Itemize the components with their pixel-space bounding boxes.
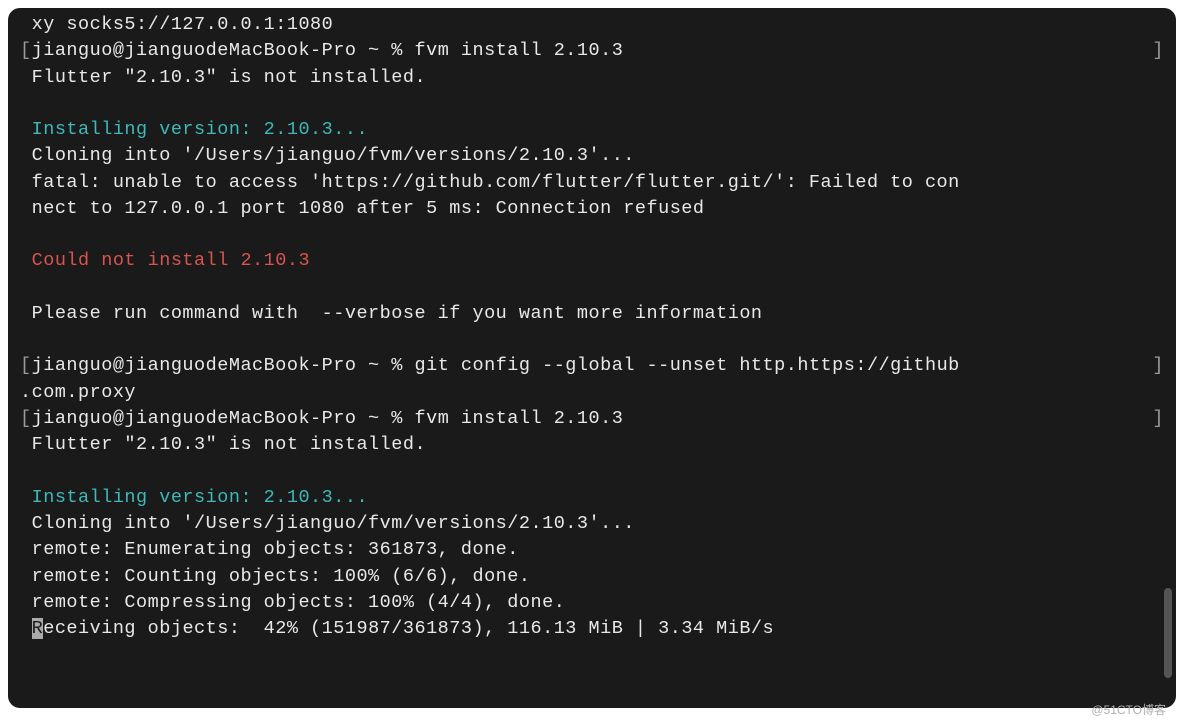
terminal-line: Installing version: 2.10.3...: [20, 117, 1164, 143]
terminal-line: [20, 459, 1164, 485]
terminal-line: [jianguo@jianguodeMacBook-Pro ~ % git co…: [20, 353, 1164, 379]
terminal-line: Cloning into '/Users/jianguo/fvm/version…: [20, 143, 1164, 169]
terminal-line: Cloning into '/Users/jianguo/fvm/version…: [20, 511, 1164, 537]
bracket-close: ]: [1152, 38, 1164, 64]
terminal-line: fatal: unable to access 'https://github.…: [20, 170, 1164, 196]
terminal-line: Flutter "2.10.3" is not installed.: [20, 432, 1164, 458]
terminal-text: eceiving objects: 42% (151987/361873), 1…: [43, 618, 774, 639]
terminal-line: .com.proxy: [20, 380, 1164, 406]
bracket-close: ]: [1152, 406, 1164, 432]
terminal-line: [jianguo@jianguodeMacBook-Pro ~ % fvm in…: [20, 38, 1164, 64]
terminal-line: Flutter "2.10.3" is not installed.: [20, 65, 1164, 91]
terminal-line: remote: Counting objects: 100% (6/6), do…: [20, 564, 1164, 590]
terminal-line: Please run command with --verbose if you…: [20, 301, 1164, 327]
terminal-line: [20, 222, 1164, 248]
bracket-open: [: [20, 40, 32, 61]
shell-prompt: jianguo@jianguodeMacBook-Pro ~ %: [32, 40, 415, 61]
terminal-line: [20, 91, 1164, 117]
shell-command: git config --global --unset http.https:/…: [414, 355, 959, 376]
terminal-line: Could not install 2.10.3: [20, 248, 1164, 274]
bracket-close: ]: [1152, 353, 1164, 379]
terminal-line: remote: Compressing objects: 100% (4/4),…: [20, 590, 1164, 616]
terminal-line: [jianguo@jianguodeMacBook-Pro ~ % fvm in…: [20, 406, 1164, 432]
scrollbar-thumb[interactable]: [1164, 588, 1172, 678]
cursor: R: [32, 618, 44, 639]
bracket-open: [: [20, 355, 32, 376]
terminal-line: [20, 327, 1164, 353]
terminal-line: nect to 127.0.0.1 port 1080 after 5 ms: …: [20, 196, 1164, 222]
terminal-line: remote: Enumerating objects: 361873, don…: [20, 537, 1164, 563]
watermark: @51CTO博客: [1091, 701, 1166, 718]
terminal-window[interactable]: xy socks5://127.0.0.1:1080[jianguo@jiang…: [8, 8, 1176, 708]
terminal-line: Installing version: 2.10.3...: [20, 485, 1164, 511]
terminal-line: xy socks5://127.0.0.1:1080: [20, 12, 1164, 38]
bracket-open: [: [20, 408, 32, 429]
terminal-line: Receiving objects: 42% (151987/361873), …: [20, 616, 1164, 642]
shell-command: fvm install 2.10.3: [414, 40, 623, 61]
shell-prompt: jianguo@jianguodeMacBook-Pro ~ %: [32, 355, 415, 376]
shell-prompt: jianguo@jianguodeMacBook-Pro ~ %: [32, 408, 415, 429]
terminal-content: xy socks5://127.0.0.1:1080[jianguo@jiang…: [20, 12, 1164, 642]
shell-command: fvm install 2.10.3: [414, 408, 623, 429]
terminal-line: [20, 275, 1164, 301]
